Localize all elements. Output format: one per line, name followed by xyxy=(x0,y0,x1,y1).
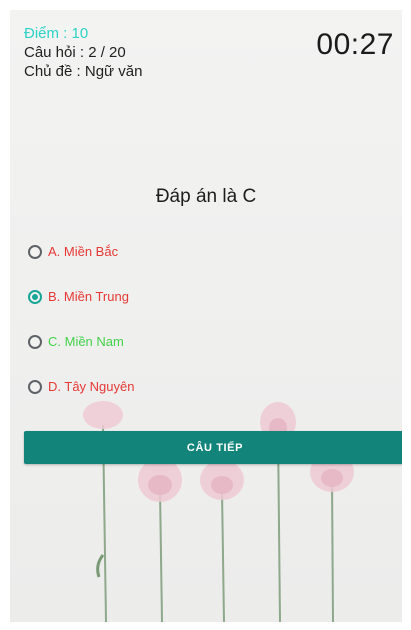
option-a[interactable]: A. Miền Bắc xyxy=(28,244,118,259)
option-b[interactable]: B. Miền Trung xyxy=(28,289,129,304)
radio-option-d[interactable] xyxy=(28,379,42,394)
option-c-label: C. Miền Nam xyxy=(48,334,124,349)
countdown-timer: 00:27 xyxy=(316,28,394,61)
option-d-label: D. Tây Nguyên xyxy=(48,379,135,394)
score-label: Điểm : 10 xyxy=(24,25,89,42)
question-count-label: Câu hỏi : 2 / 20 xyxy=(24,44,126,61)
next-question-button[interactable]: CÂU TIẾP xyxy=(24,431,402,464)
option-b-label: B. Miền Trung xyxy=(48,289,129,304)
answer-result-message: Đáp án là C xyxy=(155,186,257,207)
option-c[interactable]: C. Miền Nam xyxy=(28,334,124,349)
topic-label: Chủ đề : Ngữ văn xyxy=(24,63,143,80)
radio-option-b[interactable] xyxy=(28,289,42,304)
option-d[interactable]: D. Tây Nguyên xyxy=(28,379,134,394)
radio-option-a[interactable] xyxy=(28,244,42,259)
option-a-label: A. Miền Bắc xyxy=(48,244,119,259)
radio-option-c[interactable] xyxy=(28,334,42,349)
quiz-screen: Điểm : 10 Câu hỏi : 2 / 20 Chủ đề : Ngữ … xyxy=(10,10,402,622)
flower-background xyxy=(83,401,354,622)
quiz-stats: Điểm : 10 Câu hỏi : 2 / 20 Chủ đề : Ngữ … xyxy=(24,24,142,81)
